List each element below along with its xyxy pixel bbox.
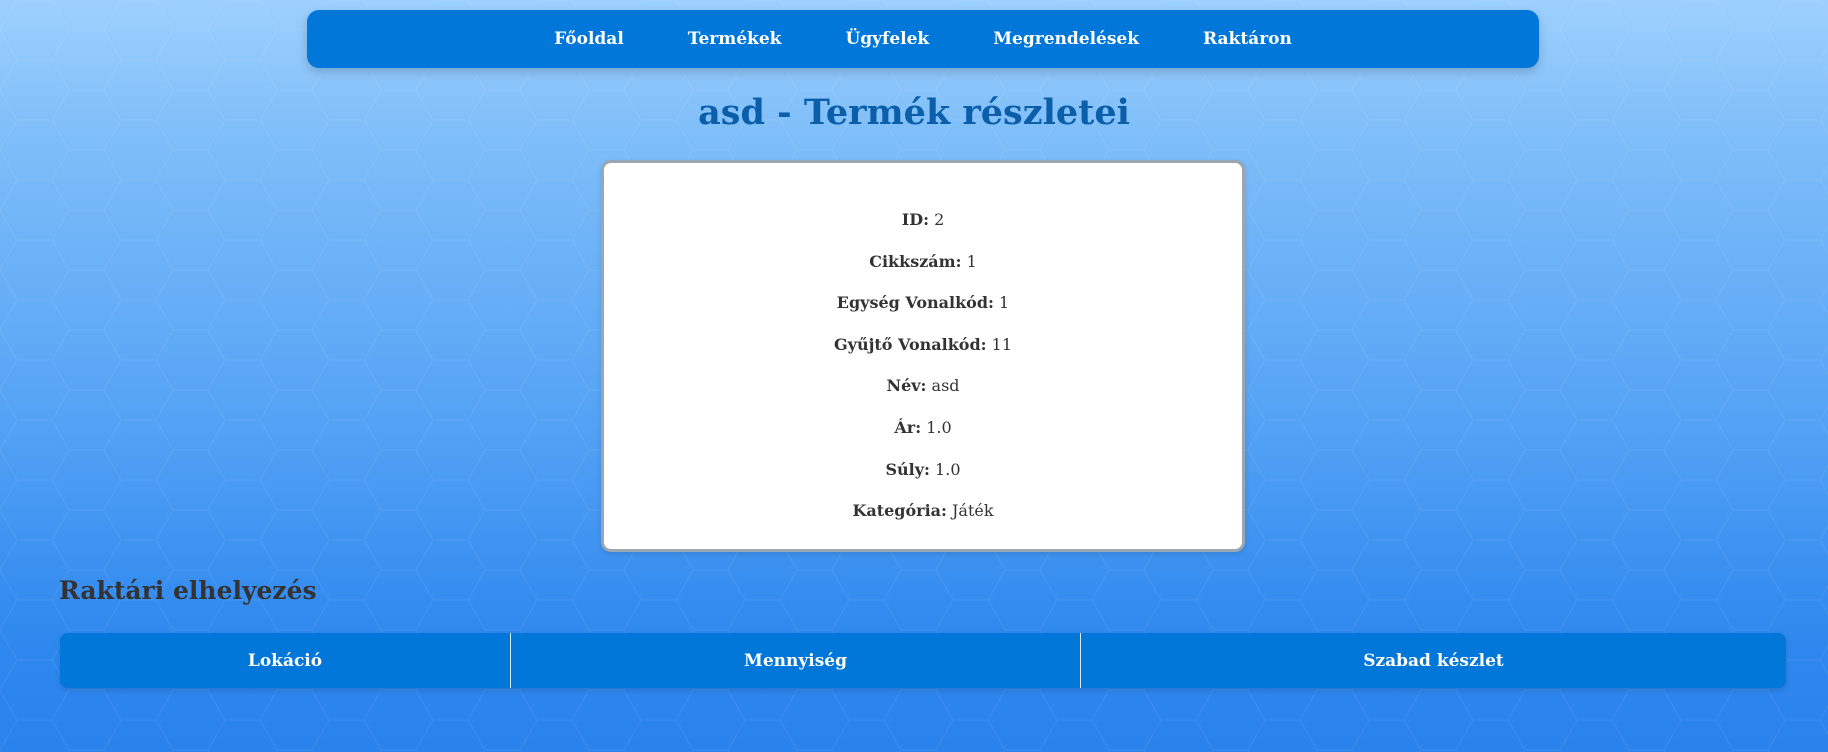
column-header-quantity: Mennyiség [510, 633, 1080, 688]
detail-value: 2 [934, 210, 945, 229]
detail-label: Gyűjtő Vonalkód: [833, 334, 987, 354]
detail-label: Egység Vonalkód: [836, 293, 994, 313]
nav-link-customers[interactable]: Ügyfelek [845, 29, 929, 49]
detail-row-price: Ár: 1.0 [604, 407, 1242, 449]
detail-row-sku: Cikkszám: 1 [604, 241, 1242, 283]
detail-value: 11 [991, 334, 1012, 354]
detail-row-category: Kategória: Játék [604, 490, 1242, 532]
page-title: asd - Termék részletei [698, 92, 1130, 133]
detail-row-name: Név: asd [604, 365, 1242, 407]
detail-row-id: ID: 2 [604, 199, 1242, 241]
detail-value: 1 [999, 293, 1010, 313]
storage-section-title: Raktári elhelyezés [59, 576, 317, 605]
main-navbar: Főoldal Termékek Ügyfelek Megrendelések … [307, 10, 1539, 68]
nav-link-in-stock[interactable]: Raktáron [1203, 29, 1292, 49]
detail-label: Ár: [894, 417, 922, 437]
detail-label: Súly: [885, 459, 930, 479]
detail-value: asd [931, 376, 960, 396]
detail-label: Cikkszám: [869, 251, 962, 271]
nav-link-home[interactable]: Főoldal [554, 29, 624, 49]
storage-table-header: Lokáció Mennyiség Szabad készlet [60, 633, 1786, 688]
detail-label: Név: [886, 376, 927, 396]
product-details-card: ID: 2 Cikkszám: 1 Egység Vonalkód: 1 Gyű… [601, 160, 1245, 552]
detail-value: 1.0 [935, 459, 961, 479]
detail-label: ID: [901, 210, 929, 229]
column-header-free-stock: Szabad készlet [1080, 633, 1786, 688]
column-header-location: Lokáció [247, 650, 323, 671]
detail-value: 1.0 [926, 417, 952, 437]
detail-row-unit-barcode: Egység Vonalkód: 1 [604, 282, 1242, 324]
detail-label: Kategória: [852, 501, 947, 521]
detail-row-case-barcode: Gyűjtő Vonalkód: 11 [604, 324, 1242, 366]
detail-row-weight: Súly: 1.0 [604, 449, 1242, 491]
nav-link-orders[interactable]: Megrendelések [993, 29, 1139, 49]
nav-link-products[interactable]: Termékek [688, 29, 782, 49]
detail-value: Játék [952, 501, 994, 521]
detail-value: 1 [966, 251, 977, 271]
